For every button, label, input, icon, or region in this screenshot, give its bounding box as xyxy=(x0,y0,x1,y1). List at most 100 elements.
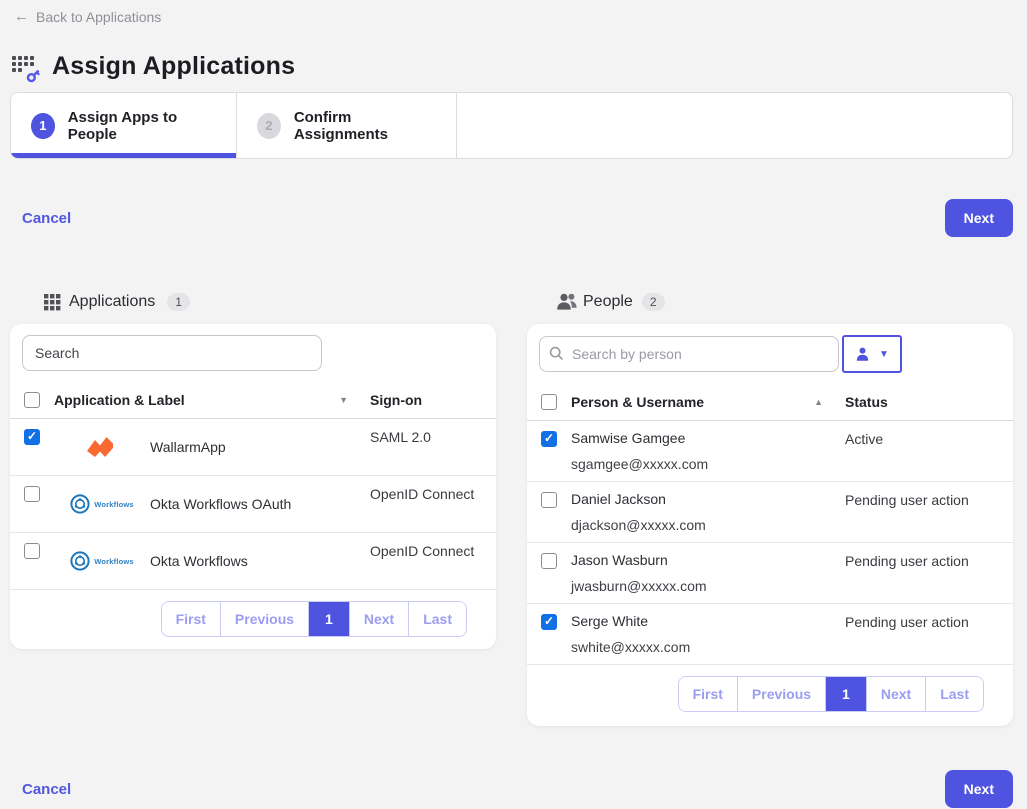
workflows-logo-label: Workflows xyxy=(94,500,134,509)
row-checkbox[interactable] xyxy=(541,431,557,447)
person-username: swhite@xxxxx.com xyxy=(571,639,845,664)
applications-page-1-button[interactable]: 1 xyxy=(308,602,349,636)
key-icon xyxy=(26,68,41,83)
people-select-all-checkbox[interactable] xyxy=(541,394,557,410)
person-icon xyxy=(855,347,870,362)
applications-table-body: WallarmApp SAML 2.0 Workflows Okta Workf… xyxy=(10,419,496,590)
page-title-row: Assign Applications xyxy=(12,52,1013,81)
person-status: Pending user action xyxy=(845,482,1013,542)
page-root: ← Back to Applications Assign Applicatio… xyxy=(0,0,1027,808)
person-username: djackson@xxxxx.com xyxy=(571,517,845,542)
table-row[interactable]: Jason Wasburn jwasburn@xxxxx.com Pending… xyxy=(527,543,1013,604)
people-icon xyxy=(556,293,578,311)
back-to-applications-link[interactable]: ← Back to Applications xyxy=(14,9,161,25)
table-row[interactable]: Samwise Gamgee sgamgee@xxxxx.com Active xyxy=(527,421,1013,482)
person-status: Pending user action xyxy=(845,604,1013,664)
person-username: sgamgee@xxxxx.com xyxy=(571,456,845,481)
people-card: ▼ Person & Username ▲ Status Samwise Gam… xyxy=(527,324,1013,726)
okta-workflows-logo-icon xyxy=(70,494,90,514)
panels-row: Applications 1 Application & Label ▼ Sig… xyxy=(10,291,1013,726)
person-username: jwasburn@xxxxx.com xyxy=(571,578,845,603)
applications-grid-icon xyxy=(44,294,61,311)
page-title: Assign Applications xyxy=(52,52,295,81)
app-logo: Workflows xyxy=(54,476,150,532)
applications-pagination: First Previous 1 Next Last xyxy=(161,601,467,637)
app-signon: OpenID Connect xyxy=(370,476,496,532)
back-arrow-icon: ← xyxy=(14,9,29,24)
applications-count-badge: 1 xyxy=(167,293,190,311)
table-row[interactable]: WallarmApp SAML 2.0 xyxy=(10,419,496,476)
person-name: Samwise Gamgee xyxy=(571,430,845,446)
person-status: Active xyxy=(845,421,1013,481)
table-row[interactable]: Workflows Okta Workflows OpenID Connect xyxy=(10,533,496,590)
people-panel-title: People xyxy=(583,293,633,311)
table-row[interactable]: Serge White swhite@xxxxx.com Pending use… xyxy=(527,604,1013,665)
next-button-top[interactable]: Next xyxy=(945,199,1013,237)
row-checkbox[interactable] xyxy=(541,553,557,569)
sort-desc-icon[interactable]: ▼ xyxy=(339,395,348,405)
next-button-bottom[interactable]: Next xyxy=(945,770,1013,808)
people-search-row: ▼ xyxy=(527,324,1013,384)
person-name: Jason Wasburn xyxy=(571,552,845,568)
app-name: WallarmApp xyxy=(150,419,370,475)
people-panel-header: People 2 xyxy=(556,291,1013,313)
app-signon: SAML 2.0 xyxy=(370,419,496,475)
people-count-badge: 2 xyxy=(642,293,665,311)
people-pagination: First Previous 1 Next Last xyxy=(678,676,984,712)
row-checkbox[interactable] xyxy=(24,429,40,445)
people-page-first-button[interactable]: First xyxy=(679,677,737,711)
step-2-label: Confirm Assignments xyxy=(294,109,436,143)
applications-page-first-button[interactable]: First xyxy=(162,602,220,636)
assign-applications-icon xyxy=(12,53,40,81)
chevron-down-icon: ▼ xyxy=(879,349,889,360)
table-row[interactable]: Daniel Jackson djackson@xxxxx.com Pendin… xyxy=(527,482,1013,543)
okta-workflows-logo-icon xyxy=(70,551,90,571)
workflows-logo-label: Workflows xyxy=(94,557,134,566)
sort-asc-icon[interactable]: ▲ xyxy=(814,397,823,407)
app-logo: Workflows xyxy=(54,533,150,589)
people-name-column-header[interactable]: Person & Username xyxy=(571,394,704,410)
search-icon xyxy=(549,346,564,361)
person-name: Serge White xyxy=(571,613,845,629)
step-2-number: 2 xyxy=(257,113,281,139)
bottom-actions-row: Cancel Next xyxy=(10,770,1013,808)
row-checkbox[interactable] xyxy=(24,543,40,559)
applications-panel-header: Applications 1 xyxy=(44,291,496,313)
people-status-column-header[interactable]: Status xyxy=(845,394,1013,410)
top-actions-row: Cancel Next xyxy=(10,199,1013,237)
wizard-tabbar: 1 Assign Apps to People 2 Confirm Assign… xyxy=(10,92,1013,159)
applications-page-next-button[interactable]: Next xyxy=(349,602,408,636)
applications-search-row xyxy=(10,324,496,382)
row-checkbox[interactable] xyxy=(541,492,557,508)
app-name: Okta Workflows xyxy=(150,533,370,589)
people-filter-dropdown[interactable]: ▼ xyxy=(842,335,902,373)
person-name: Daniel Jackson xyxy=(571,491,845,507)
applications-page-last-button[interactable]: Last xyxy=(408,602,466,636)
step-1-label: Assign Apps to People xyxy=(68,109,216,143)
people-page-next-button[interactable]: Next xyxy=(866,677,925,711)
people-table-header: Person & Username ▲ Status xyxy=(527,384,1013,421)
cancel-link-top[interactable]: Cancel xyxy=(22,210,71,227)
wallarm-logo-icon xyxy=(85,436,119,458)
cancel-link-bottom[interactable]: Cancel xyxy=(22,781,71,798)
row-checkbox[interactable] xyxy=(541,614,557,630)
applications-search-input[interactable] xyxy=(22,335,322,371)
app-logo xyxy=(54,419,150,475)
app-signon: OpenID Connect xyxy=(370,533,496,589)
people-page-1-button[interactable]: 1 xyxy=(825,677,866,711)
people-page-previous-button[interactable]: Previous xyxy=(737,677,825,711)
applications-select-all-checkbox[interactable] xyxy=(24,392,40,408)
applications-name-column-header[interactable]: Application & Label xyxy=(54,392,185,408)
applications-panel-title: Applications xyxy=(69,293,155,311)
back-link-label: Back to Applications xyxy=(36,9,161,25)
tab-assign-apps-to-people[interactable]: 1 Assign Apps to People xyxy=(11,93,237,158)
applications-signon-column-header[interactable]: Sign-on xyxy=(370,392,496,408)
applications-table-header: Application & Label ▼ Sign-on xyxy=(10,382,496,419)
applications-card: Application & Label ▼ Sign-on WallarmApp… xyxy=(10,324,496,649)
people-page-last-button[interactable]: Last xyxy=(925,677,983,711)
tab-confirm-assignments[interactable]: 2 Confirm Assignments xyxy=(237,93,457,158)
people-search-input[interactable] xyxy=(539,336,839,372)
applications-page-previous-button[interactable]: Previous xyxy=(220,602,308,636)
table-row[interactable]: Workflows Okta Workflows OAuth OpenID Co… xyxy=(10,476,496,533)
row-checkbox[interactable] xyxy=(24,486,40,502)
